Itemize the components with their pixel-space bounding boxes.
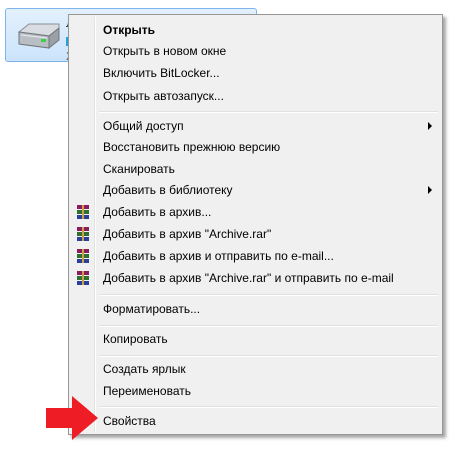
menu-item-properties[interactable]: Свойства [71, 410, 440, 432]
menu-item-label: Добавить в архив "Archive.rar" и отправи… [103, 271, 394, 285]
menu-item-add-to-archive[interactable]: Добавить в архив... [71, 201, 440, 223]
menu-item-label: Включить BitLocker... [103, 66, 220, 80]
menu-item-share[interactable]: Общий доступ [71, 115, 440, 137]
menu-item-create-shortcut[interactable]: Создать ярлык [71, 358, 440, 380]
winrar-icon [77, 249, 89, 263]
hard-drive-icon [17, 23, 60, 50]
menu-item-add-to-archive-and-email[interactable]: Добавить в архив и отправить по e-mail..… [71, 245, 440, 267]
menu-item-copy[interactable]: Копировать [71, 328, 440, 350]
menu-item-label: Создать ярлык [103, 362, 186, 376]
menu-separator [99, 294, 438, 296]
context-menu: Открыть Открыть в новом окне Включить Bi… [68, 14, 443, 435]
menu-separator [99, 111, 438, 113]
submenu-arrow-icon [428, 122, 432, 130]
menu-item-scan[interactable]: Сканировать [71, 158, 440, 180]
menu-item-rename[interactable]: Переименовать [71, 380, 440, 402]
winrar-icon [77, 271, 89, 285]
winrar-icon [77, 205, 89, 219]
menu-item-add-to-archive-rar[interactable]: Добавить в архив "Archive.rar" [71, 223, 440, 245]
menu-item-label: Добавить в архив... [103, 205, 212, 219]
menu-item-add-to-library[interactable]: Добавить в библиотеку [71, 179, 440, 201]
menu-item-label: Восстановить прежнюю версию [103, 140, 281, 154]
red-pointer-arrow-icon [46, 396, 98, 440]
menu-item-format[interactable]: Форматировать... [71, 298, 440, 320]
menu-item-label: Добавить в библиотеку [103, 183, 233, 197]
menu-separator [99, 406, 438, 408]
menu-item-open-new-window[interactable]: Открыть в новом окне [71, 40, 440, 62]
menu-item-label: Добавить в архив "Archive.rar" [103, 227, 272, 241]
menu-item-open[interactable]: Открыть [71, 19, 440, 41]
menu-separator [99, 355, 438, 357]
winrar-icon [77, 227, 89, 241]
menu-item-label: Копировать [103, 332, 168, 346]
menu-item-open-autoplay[interactable]: Открыть автозапуск... [71, 85, 440, 107]
menu-item-label: Добавить в архив и отправить по e-mail..… [103, 249, 334, 263]
menu-item-enable-bitlocker[interactable]: Включить BitLocker... [71, 62, 440, 84]
menu-item-label: Форматировать... [103, 302, 201, 316]
menu-separator [99, 325, 438, 327]
menu-item-label: Переименовать [103, 384, 191, 398]
menu-item-label: Общий доступ [103, 119, 184, 133]
submenu-arrow-icon [428, 186, 432, 194]
menu-item-label: Свойства [103, 414, 156, 428]
menu-item-label: Открыть [103, 23, 156, 37]
menu-item-label: Открыть в новом окне [103, 44, 227, 58]
menu-item-label: Открыть автозапуск... [103, 89, 224, 103]
menu-item-restore-previous-version[interactable]: Восстановить прежнюю версию [71, 136, 440, 158]
menu-item-add-to-archive-rar-and-email[interactable]: Добавить в архив "Archive.rar" и отправи… [71, 267, 440, 289]
menu-item-label: Сканировать [103, 162, 175, 176]
